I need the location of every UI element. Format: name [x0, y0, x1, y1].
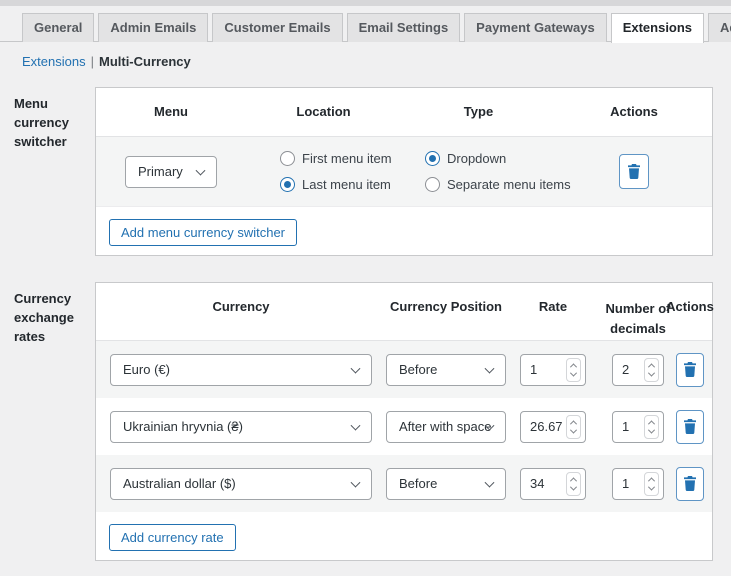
- add-menu-currency-switcher-button[interactable]: Add menu currency switcher: [109, 219, 298, 246]
- currency-select[interactable]: Australian dollar ($): [110, 467, 372, 500]
- type-radio-group: Dropdown Separate menu items: [425, 151, 571, 192]
- rate-input-wrap: [520, 353, 586, 386]
- chevron-down-icon: [484, 363, 495, 374]
- number-stepper[interactable]: [566, 357, 581, 382]
- radio-label: Dropdown: [447, 151, 507, 166]
- trash-icon: [684, 419, 696, 434]
- column-header-currency: Currency: [212, 299, 270, 314]
- column-header-actions: Actions: [666, 299, 714, 314]
- radio-last-menu-item[interactable]: Last menu item: [280, 177, 392, 192]
- radio-circle-icon[interactable]: [280, 177, 295, 192]
- position-select-value: Before: [399, 362, 438, 377]
- delete-menu-switcher-button[interactable]: [619, 154, 649, 189]
- tab-payment-gateways[interactable]: Payment Gateways: [464, 13, 607, 42]
- tab-customer-emails[interactable]: Customer Emails: [212, 13, 343, 42]
- currency-exchange-rates-panel: Currency Currency Position Rate Number o…: [95, 282, 714, 561]
- number-stepper[interactable]: [566, 414, 581, 439]
- trash-icon: [628, 164, 640, 179]
- menu-switcher-row: Primary First menu item Last menu item D…: [96, 137, 712, 207]
- currency-select[interactable]: Euro (€): [110, 353, 372, 386]
- location-radio-group: First menu item Last menu item: [280, 151, 392, 192]
- currency-position-select[interactable]: Before: [386, 467, 506, 500]
- column-header-currency-position: Currency Position: [390, 299, 502, 314]
- radio-circle-icon[interactable]: [425, 177, 440, 192]
- radio-first-menu-item[interactable]: First menu item: [280, 151, 392, 166]
- radio-separate-menu-items[interactable]: Separate menu items: [425, 177, 571, 192]
- stepper-down-icon[interactable]: [647, 369, 656, 377]
- tab-advanced[interactable]: Advanced: [708, 13, 731, 42]
- chevron-down-icon: [484, 477, 495, 488]
- currency-select-value: Ukrainian hryvnia (₴): [123, 419, 243, 434]
- chevron-down-icon: [350, 363, 361, 374]
- settings-tabs: General Admin Emails Customer Emails Ema…: [22, 13, 731, 43]
- tab-general[interactable]: General: [22, 13, 95, 42]
- stepper-down-icon[interactable]: [647, 426, 656, 434]
- rates-header-row: Currency Currency Position Rate Number o…: [96, 283, 714, 341]
- column-header-actions: Actions: [610, 104, 658, 119]
- delete-currency-rate-button[interactable]: [676, 352, 704, 387]
- column-header-rate: Rate: [538, 299, 568, 314]
- number-stepper[interactable]: [644, 357, 659, 382]
- number-stepper[interactable]: [644, 414, 659, 439]
- chevron-down-icon: [350, 420, 361, 431]
- currency-select-value: Australian dollar ($): [123, 476, 236, 491]
- decimals-input-wrap: [612, 410, 664, 443]
- delete-currency-rate-button[interactable]: [676, 409, 704, 444]
- add-currency-rate-button[interactable]: Add currency rate: [109, 524, 236, 551]
- top-divider: [0, 0, 731, 6]
- delete-currency-rate-button[interactable]: [676, 466, 704, 501]
- radio-label: Last menu item: [302, 177, 391, 192]
- tab-email-settings[interactable]: Email Settings: [346, 13, 461, 42]
- currency-rate-row: Euro (€) Before: [96, 341, 712, 398]
- rate-input-wrap: [520, 467, 586, 500]
- position-select-value: After with space: [399, 419, 492, 434]
- chevron-down-icon: [195, 165, 206, 176]
- currency-position-select[interactable]: After with space: [386, 410, 506, 443]
- section-label-menu-currency-switcher: Menu currency switcher: [14, 96, 69, 149]
- stepper-down-icon[interactable]: [569, 369, 578, 377]
- decimals-input-wrap: [612, 353, 664, 386]
- column-header-type: Type: [463, 104, 494, 119]
- column-header-location: Location: [296, 104, 351, 119]
- menu-switcher-header-row: Menu Location Type Actions: [96, 88, 712, 137]
- rate-input-wrap: [520, 410, 586, 443]
- breadcrumb-separator: |: [90, 54, 94, 69]
- trash-icon: [684, 362, 696, 377]
- column-header-menu: Menu: [154, 104, 188, 119]
- currency-rate-row: Australian dollar ($) Before: [96, 455, 712, 512]
- currency-rate-row: Ukrainian hryvnia (₴) After with space: [96, 398, 712, 455]
- radio-circle-icon[interactable]: [280, 151, 295, 166]
- radio-circle-icon[interactable]: [425, 151, 440, 166]
- stepper-down-icon[interactable]: [569, 483, 578, 491]
- currency-position-select[interactable]: Before: [386, 353, 506, 386]
- number-stepper[interactable]: [566, 471, 581, 496]
- breadcrumb: Extensions | Multi-Currency: [22, 54, 191, 69]
- menu-select-value: Primary: [138, 164, 183, 179]
- section-label-currency-exchange-rates: Currency exchange rates: [14, 291, 74, 344]
- radio-label: First menu item: [302, 151, 392, 166]
- currency-select-value: Euro (€): [123, 362, 170, 377]
- menu-select[interactable]: Primary: [125, 155, 217, 188]
- tab-extensions[interactable]: Extensions: [610, 13, 705, 43]
- radio-dropdown[interactable]: Dropdown: [425, 151, 571, 166]
- trash-icon: [684, 476, 696, 491]
- chevron-down-icon: [350, 477, 361, 488]
- decimals-input-wrap: [612, 467, 664, 500]
- menu-currency-switcher-panel: Menu Location Type Actions Primary First…: [95, 87, 713, 256]
- position-select-value: Before: [399, 476, 438, 491]
- tab-admin-emails[interactable]: Admin Emails: [98, 13, 209, 42]
- breadcrumb-link-extensions[interactable]: Extensions: [22, 54, 86, 69]
- stepper-down-icon[interactable]: [569, 426, 578, 434]
- breadcrumb-current: Multi-Currency: [98, 54, 191, 69]
- number-stepper[interactable]: [644, 471, 659, 496]
- stepper-down-icon[interactable]: [647, 483, 656, 491]
- currency-select[interactable]: Ukrainian hryvnia (₴): [110, 410, 372, 443]
- radio-label: Separate menu items: [447, 177, 571, 192]
